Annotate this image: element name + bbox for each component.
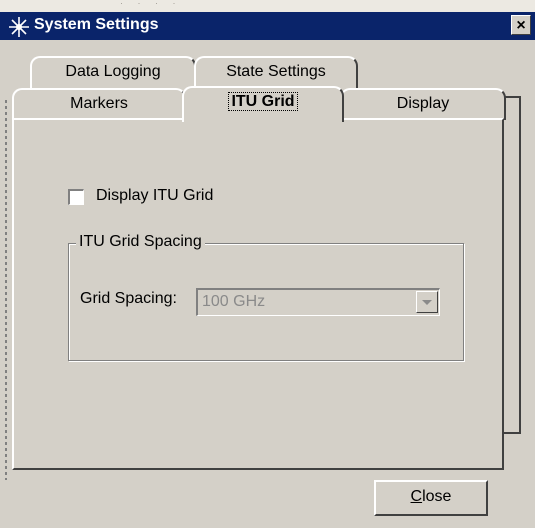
grid-spacing-value: 100 GHz	[202, 293, 266, 310]
title-bar[interactable]: System Settings ×	[0, 12, 535, 40]
left-edge-dots	[5, 100, 7, 480]
grid-spacing-select[interactable]: 100 GHz	[196, 288, 440, 316]
tab-label: State Settings	[226, 63, 326, 80]
window-title: System Settings	[34, 16, 159, 33]
tab-markers[interactable]: Markers	[12, 88, 186, 120]
background-strip: · · · ·	[0, 0, 535, 12]
tab-label: Display	[396, 95, 450, 112]
tab-display[interactable]: Display	[340, 88, 506, 120]
close-window-button[interactable]: ×	[511, 15, 531, 35]
tab-label: ITU Grid	[228, 92, 298, 111]
tab-itu-grid[interactable]: ITU Grid	[182, 86, 344, 122]
tab-data-logging[interactable]: Data Logging	[30, 56, 196, 88]
close-button-mnemonic: C	[410, 488, 423, 505]
background-strip-text: · · · ·	[120, 0, 182, 8]
tab-label: Markers	[70, 95, 128, 112]
display-itu-grid-label[interactable]: Display ITU Grid	[96, 187, 213, 205]
close-button[interactable]: Close	[374, 480, 488, 516]
grid-spacing-label: Grid Spacing:	[80, 290, 177, 307]
tab-state-settings[interactable]: State Settings	[194, 56, 358, 88]
chevron-down-icon[interactable]	[416, 291, 438, 313]
group-title: ITU Grid Spacing	[76, 233, 205, 251]
close-button-label-rest: lose	[422, 488, 452, 505]
tab-label: Data Logging	[65, 63, 161, 80]
system-settings-dialog: · · · · System Settings × Data Logging S…	[0, 0, 535, 528]
display-itu-grid-checkbox[interactable]	[68, 189, 84, 205]
sparkle-icon	[9, 17, 29, 37]
